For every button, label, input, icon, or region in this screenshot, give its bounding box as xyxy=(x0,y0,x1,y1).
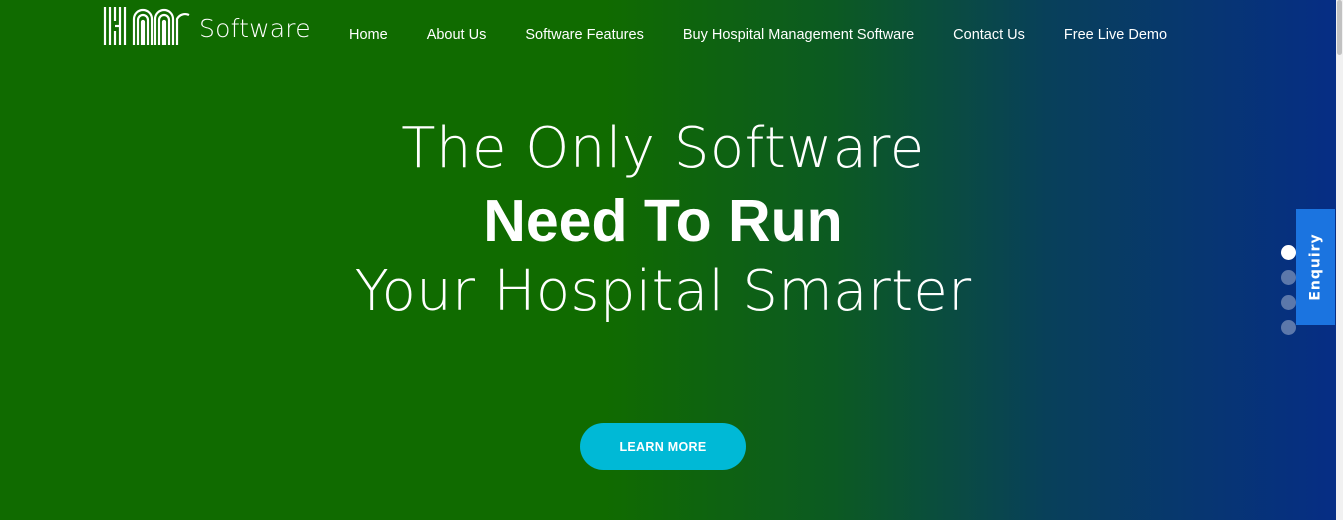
site-logo[interactable]: Software xyxy=(103,5,311,47)
hero-headline-line3: Your Hospital Smarter xyxy=(354,259,972,324)
scrollbar-thumb[interactable] xyxy=(1337,0,1342,55)
slider-dots xyxy=(1281,245,1297,345)
slider-dot-2[interactable] xyxy=(1281,270,1296,285)
slider-dot-1[interactable] xyxy=(1281,245,1296,260)
enquiry-tab[interactable]: Enquiry xyxy=(1296,209,1335,325)
hero-headline-line2: Need To Run xyxy=(483,188,843,254)
nav-free-live-demo[interactable]: Free Live Demo xyxy=(1064,24,1167,46)
nav-software-features[interactable]: Software Features xyxy=(525,24,643,46)
hm-logo-icon xyxy=(103,5,191,47)
slider-dot-3[interactable] xyxy=(1281,295,1296,310)
nav-buy-software[interactable]: Buy Hospital Management Software xyxy=(683,24,914,46)
nav-home[interactable]: Home xyxy=(349,24,388,46)
enquiry-label: Enquiry xyxy=(1307,233,1324,301)
slider-dot-4[interactable] xyxy=(1281,320,1296,335)
nav-contact-us[interactable]: Contact Us xyxy=(953,24,1025,46)
main-nav: Home About Us Software Features Buy Hosp… xyxy=(349,24,1167,46)
nav-about-us[interactable]: About Us xyxy=(427,24,487,46)
logo-text: Software xyxy=(199,13,311,43)
page-scrollbar[interactable] xyxy=(1336,0,1343,520)
learn-more-button[interactable]: LEARN MORE xyxy=(580,423,746,470)
hero-headline-line1: The Only Software xyxy=(401,116,925,181)
